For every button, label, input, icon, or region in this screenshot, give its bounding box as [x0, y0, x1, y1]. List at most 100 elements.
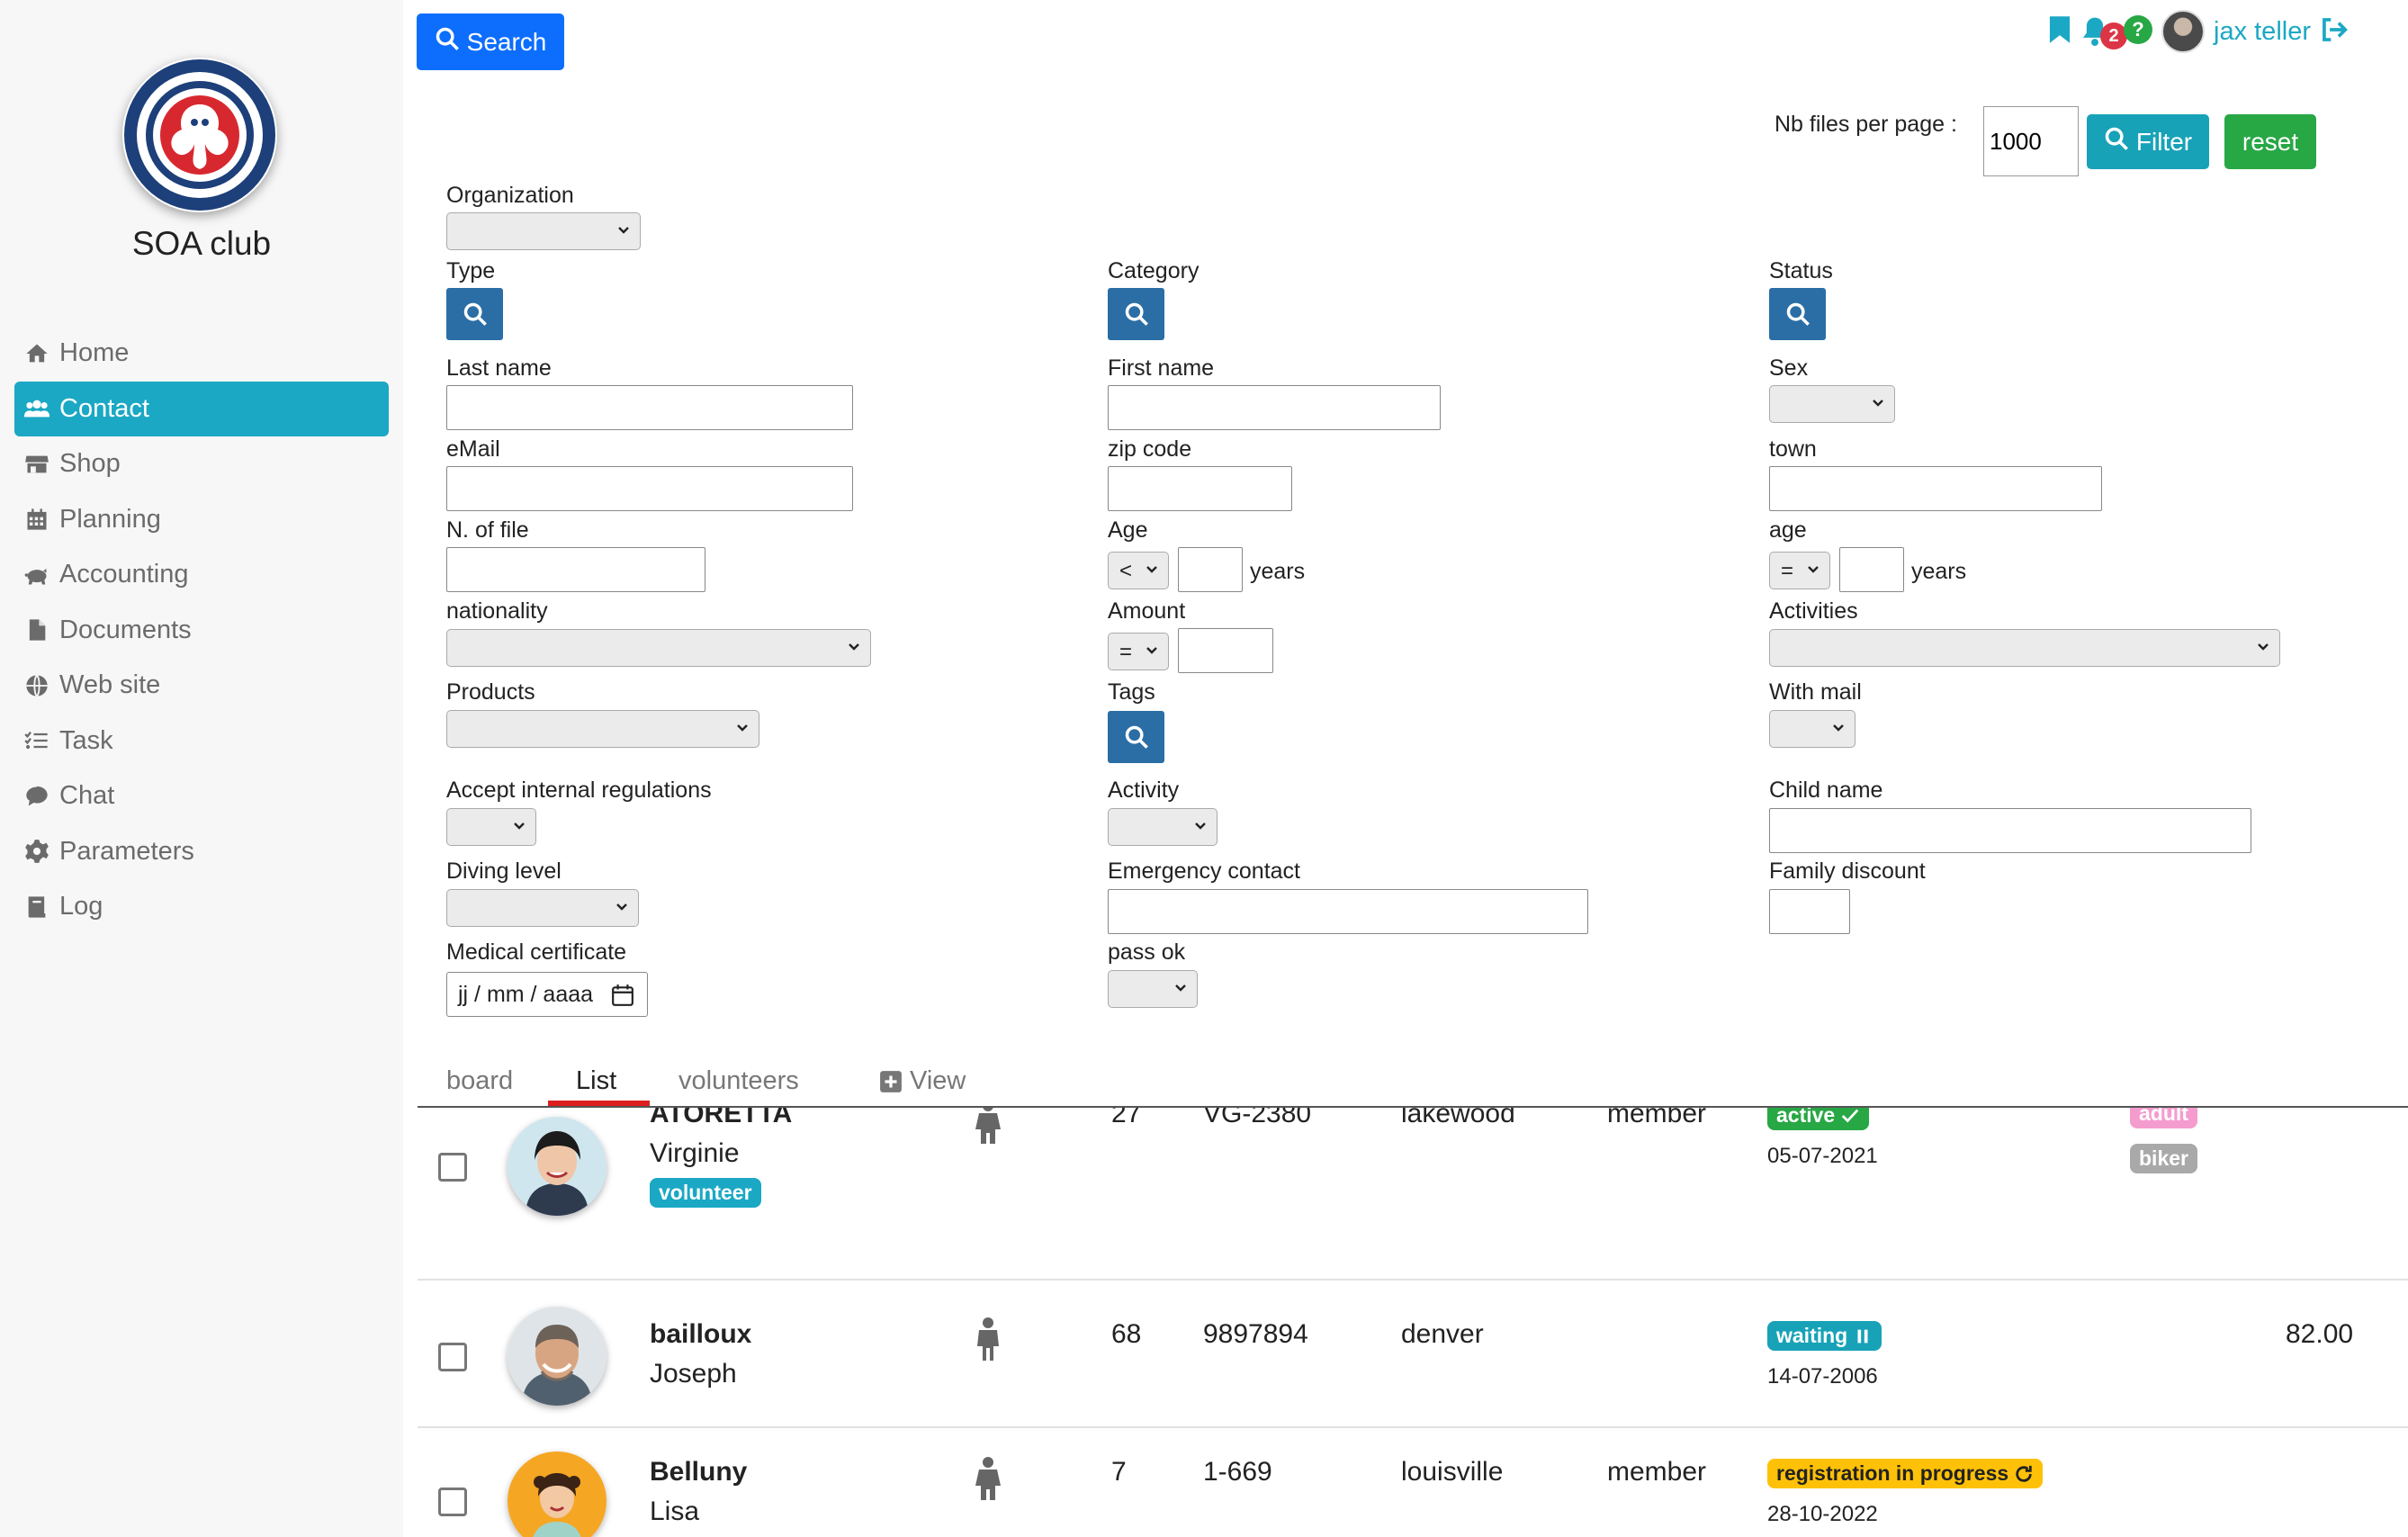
search-button[interactable]: Search [417, 13, 564, 70]
nb-files-input[interactable] [1983, 106, 2079, 176]
nationality-select[interactable] [446, 629, 871, 667]
tab-volunteers[interactable]: volunteers [678, 1066, 799, 1096]
biker-badge: biker [2130, 1144, 2197, 1173]
calendar-icon [22, 506, 52, 533]
status-date: 14-07-2006 [1767, 1364, 1878, 1389]
help-icon[interactable]: ? [2124, 15, 2152, 44]
category-label: Category [1108, 258, 1200, 283]
first-name-input[interactable] [1108, 385, 1441, 430]
accept-regulations-select[interactable] [446, 808, 536, 846]
sidebar-item-documents[interactable]: Documents [14, 603, 389, 658]
email-input[interactable] [446, 466, 853, 511]
n-of-file-input[interactable] [446, 547, 705, 592]
sidebar-item-task[interactable]: Task [14, 714, 389, 768]
type-label: Type [446, 258, 496, 283]
diving-level-select[interactable] [446, 889, 639, 927]
category-search-button[interactable] [1108, 288, 1164, 340]
amount-operator-select[interactable]: = [1108, 633, 1169, 670]
calendar-icon[interactable] [611, 984, 634, 1007]
sidebar-item-label: Documents [59, 615, 192, 644]
sidebar-item-website[interactable]: Web site [14, 658, 389, 713]
avatar [508, 1452, 606, 1537]
table-row[interactable]: ATORETTA Virginie volunteer 27 VG-2380 l… [418, 1108, 2408, 1281]
sidebar-item-label: Log [59, 892, 103, 921]
last-name-label: Last name [446, 355, 552, 381]
sidebar-item-label: Parameters [59, 836, 194, 866]
reset-button[interactable]: reset [2224, 114, 2316, 169]
row-checkbox[interactable] [438, 1343, 467, 1371]
row-checkbox[interactable] [438, 1153, 467, 1182]
status-search-button[interactable] [1769, 288, 1826, 340]
user-name[interactable]: jax teller [2214, 17, 2311, 47]
chevron-down-icon [616, 223, 631, 238]
age-input[interactable] [1178, 547, 1243, 592]
sidebar-item-accounting[interactable]: Accounting [14, 547, 389, 602]
contact-file-number: 9897894 [1203, 1319, 1308, 1349]
club-logo[interactable] [122, 58, 277, 212]
tags-search-button[interactable] [1108, 711, 1164, 763]
pass-ok-select[interactable] [1108, 970, 1198, 1008]
status-badge: registration in progress [1767, 1459, 2044, 1488]
sidebar-item-label: Task [59, 725, 113, 755]
check-icon [1841, 1109, 1859, 1122]
sidebar-item-parameters[interactable]: Parameters [14, 824, 389, 879]
contact-amount: 82.00 [2286, 1319, 2354, 1349]
chevron-down-icon [735, 721, 750, 735]
user-avatar[interactable] [2161, 10, 2205, 53]
active-tab-indicator [548, 1101, 650, 1106]
contact-category: member [1607, 1457, 1707, 1487]
bookmark-icon[interactable] [2048, 15, 2071, 49]
table-row[interactable]: Belluny Lisa 7 1-669 louisville member r… [418, 1428, 2408, 1537]
notifications[interactable]: 2 ? [2080, 12, 2152, 51]
with-mail-label: With mail [1769, 679, 1862, 705]
sidebar-item-home[interactable]: Home [14, 326, 389, 381]
age-label: Age [1108, 517, 1148, 543]
book-icon [22, 894, 52, 921]
town-input[interactable] [1769, 466, 2102, 511]
contact-town: lakewood [1401, 1108, 1515, 1128]
chevron-down-icon [1193, 819, 1208, 833]
tab-board[interactable]: board [446, 1066, 513, 1096]
sidebar-item-shop[interactable]: Shop [14, 436, 389, 491]
sidebar-item-chat[interactable]: Chat [14, 768, 389, 823]
status-label: Status [1769, 258, 1833, 283]
tab-view[interactable]: View [879, 1066, 966, 1096]
logout-icon[interactable] [2320, 16, 2349, 48]
search-icon [435, 26, 460, 58]
child-name-label: Child name [1769, 777, 1883, 803]
medical-certificate-label: Medical certificate [446, 939, 627, 965]
contact-last-name[interactable]: ATORETTA [650, 1108, 792, 1129]
user-toolbar: 2 ? jax teller [2048, 9, 2349, 54]
amount-label: Amount [1108, 598, 1186, 624]
emergency-contact-input[interactable] [1108, 889, 1588, 934]
sidebar-item-contact[interactable]: Contact [14, 381, 389, 436]
filter-button[interactable]: Filter [2087, 114, 2209, 169]
age-operator-select[interactable]: < [1108, 552, 1169, 589]
sidebar-item-label: Planning [59, 504, 161, 534]
contact-town: louisville [1401, 1457, 1504, 1487]
type-search-button[interactable] [446, 288, 503, 340]
last-name-input[interactable] [446, 385, 853, 430]
row-checkbox[interactable] [438, 1488, 467, 1516]
sidebar-item-log[interactable]: Log [14, 879, 389, 934]
activities-select[interactable] [1769, 629, 2280, 667]
tab-list[interactable]: List [576, 1066, 616, 1096]
age2-operator-select[interactable]: = [1769, 552, 1830, 589]
sidebar: SOA club Home Contact Shop Planning Acco… [0, 0, 403, 1537]
age2-input[interactable] [1839, 547, 1904, 592]
medical-certificate-date-input[interactable]: jj / mm / aaaa [446, 972, 648, 1017]
with-mail-select[interactable] [1769, 710, 1855, 748]
products-select[interactable] [446, 710, 759, 748]
amount-input[interactable] [1178, 628, 1273, 673]
zip-code-input[interactable] [1108, 466, 1292, 511]
contact-last-name[interactable]: bailloux [650, 1319, 751, 1350]
family-discount-input[interactable] [1769, 889, 1850, 934]
table-row[interactable]: bailloux Joseph 68 9897894 denver waitin… [418, 1281, 2408, 1428]
sex-select[interactable] [1769, 385, 1895, 423]
organization-select[interactable] [446, 212, 641, 250]
contact-last-name[interactable]: Belluny [650, 1457, 747, 1488]
child-name-input[interactable] [1769, 808, 2251, 853]
activity-select[interactable] [1108, 808, 1217, 846]
sidebar-item-planning[interactable]: Planning [14, 492, 389, 547]
sidebar-item-label: Shop [59, 449, 121, 478]
